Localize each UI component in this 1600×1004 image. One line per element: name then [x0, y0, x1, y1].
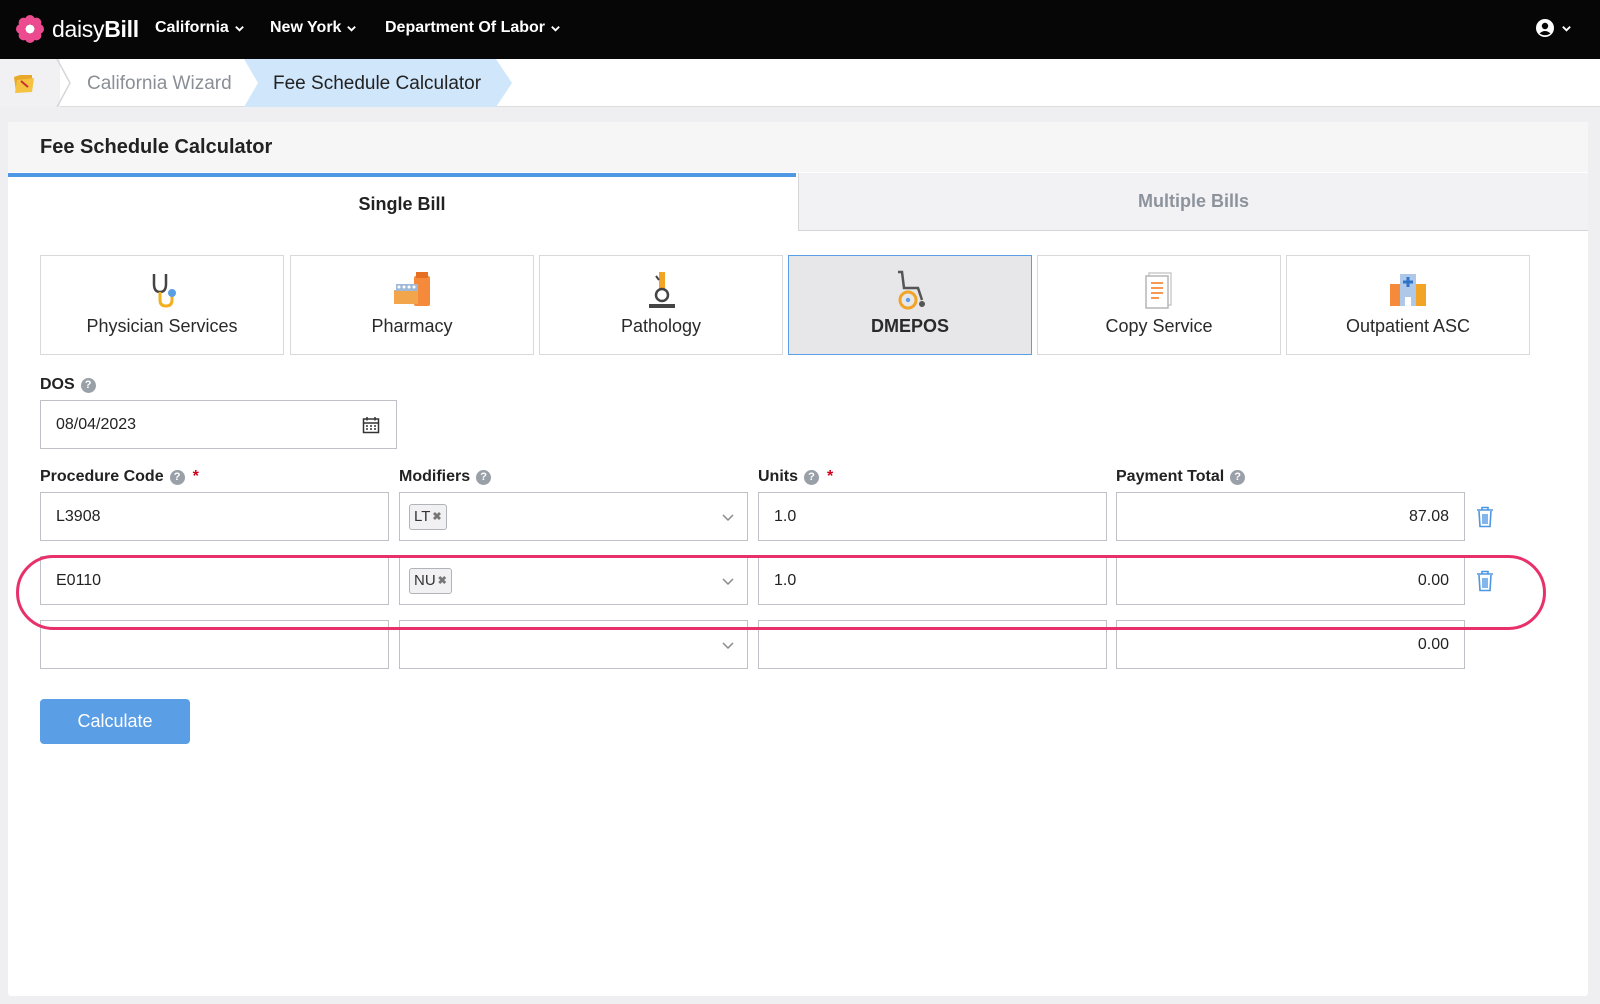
help-icon[interactable]: ?	[80, 377, 96, 393]
breadcrumb-california-wizard[interactable]: California Wizard	[87, 73, 232, 95]
units-label: Units? *	[758, 468, 834, 485]
chevron-down-icon	[234, 25, 244, 32]
breadcrumb-fee-schedule-calculator: Fee Schedule Calculator	[273, 73, 482, 94]
chevron-down-icon[interactable]	[721, 574, 735, 588]
page-title: Fee Schedule Calculator	[40, 136, 273, 158]
wheelchair-icon	[898, 270, 925, 310]
chevron-down-icon[interactable]	[721, 510, 735, 524]
panel-header: Fee Schedule Calculator	[8, 122, 1588, 172]
service-pharmacy[interactable]: Pharmacy	[290, 255, 534, 355]
procedure-code-label: Procedure Code? *	[40, 468, 199, 485]
remove-tag-icon[interactable]: ✖	[438, 574, 447, 587]
nav-california[interactable]: California	[155, 19, 245, 37]
procedure-code-input[interactable]: E0110	[40, 556, 389, 605]
payment-total-field: 0.00	[1116, 556, 1465, 605]
user-menu[interactable]	[1535, 18, 1572, 38]
modifiers-select[interactable]	[399, 620, 748, 669]
service-pathology[interactable]: Pathology	[539, 255, 783, 355]
chevron-down-icon	[1562, 25, 1571, 32]
hospital-icon	[1390, 274, 1426, 306]
modifiers-select[interactable]: NU ✖	[399, 556, 748, 605]
trash-icon[interactable]	[1476, 570, 1494, 592]
breadcrumb-home[interactable]	[0, 59, 60, 107]
nav-new-york[interactable]: New York	[270, 19, 357, 37]
document-icon	[1145, 272, 1172, 309]
daisy-flower-icon	[16, 15, 44, 43]
service-outpatient-asc[interactable]: Outpatient ASC	[1286, 255, 1530, 355]
calendar-icon[interactable]	[362, 416, 380, 434]
pharmacy-icon	[394, 272, 430, 306]
chevron-down-icon[interactable]	[721, 638, 735, 652]
dos-date-input[interactable]: 08/04/2023	[40, 400, 397, 449]
brand-name: daisyBill	[52, 15, 139, 42]
microscope-icon	[649, 272, 675, 308]
units-input[interactable]: 1.0	[758, 556, 1107, 605]
trash-icon[interactable]	[1476, 506, 1494, 528]
calculate-button[interactable]: Calculate	[40, 699, 190, 744]
tab-single-bill[interactable]: Single Bill	[8, 173, 796, 231]
modifiers-select[interactable]: LT ✖	[399, 492, 748, 541]
folder-home-icon	[14, 75, 34, 93]
modifier-tag: LT ✖	[409, 503, 447, 530]
chevron-down-icon	[347, 25, 357, 32]
units-input[interactable]	[758, 620, 1107, 669]
breadcrumb: California Wizard Fee Schedule Calculato…	[0, 59, 1600, 107]
payment-total-field: 0.00	[1116, 620, 1465, 669]
breadcrumb-separator	[56, 59, 71, 107]
modifier-tag: NU ✖	[409, 567, 452, 594]
procedure-code-input[interactable]: L3908	[40, 492, 389, 541]
help-icon[interactable]: ?	[169, 469, 185, 485]
help-icon[interactable]: ?	[476, 469, 492, 485]
calculator-panel: Fee Schedule Calculator Single Bill Mult…	[8, 122, 1588, 996]
modifiers-label: Modifiers?	[399, 468, 492, 486]
daisybill-logo[interactable]: daisyBill	[16, 15, 139, 43]
user-icon	[1536, 19, 1554, 37]
tab-multiple-bills[interactable]: Multiple Bills	[798, 173, 1588, 231]
help-icon[interactable]: ?	[1230, 469, 1246, 485]
help-icon[interactable]: ?	[804, 469, 819, 485]
units-input[interactable]: 1.0	[758, 492, 1107, 541]
service-copy-service[interactable]: Copy Service	[1037, 255, 1281, 355]
service-dmepos[interactable]: DMEPOS	[788, 255, 1032, 355]
chevron-down-icon	[551, 25, 560, 32]
procedure-code-input[interactable]	[40, 620, 389, 669]
dos-label: DOS?	[40, 376, 96, 394]
payment-total-label: Payment Total?	[1116, 468, 1246, 486]
top-navbar: daisyBill California New York Department…	[0, 0, 1600, 59]
remove-tag-icon[interactable]: ✖	[432, 510, 441, 523]
payment-total-field: 87.08	[1116, 492, 1465, 541]
nav-department-of-labor[interactable]: Department Of Labor	[385, 19, 561, 37]
stethoscope-icon	[152, 274, 176, 308]
service-physician-services[interactable]: Physician Services	[40, 255, 284, 355]
